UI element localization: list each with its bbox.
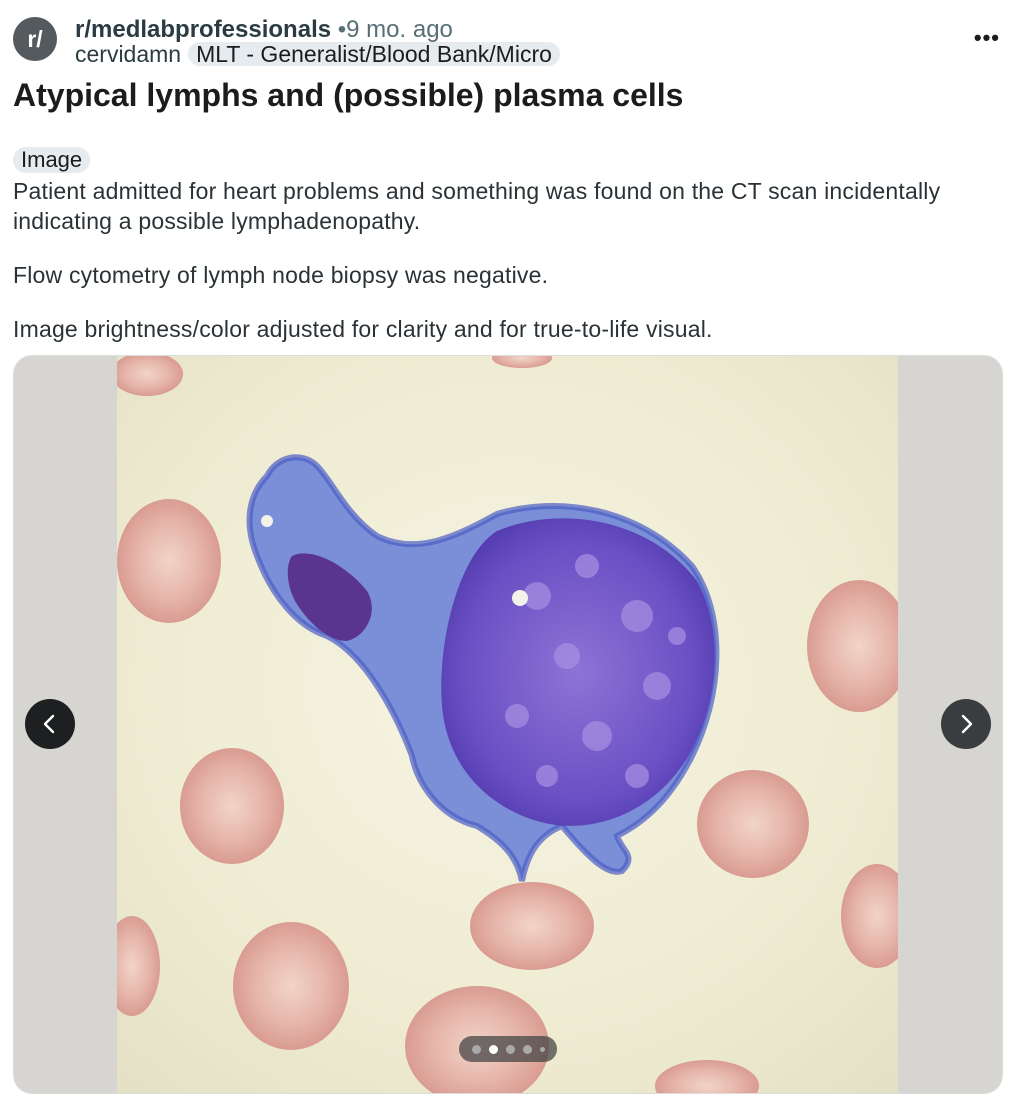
gallery-prev-button[interactable] — [25, 699, 75, 749]
post-paragraph: Patient admitted for heart problems and … — [13, 178, 941, 234]
more-options-button[interactable]: ••• — [974, 27, 1000, 49]
page-dot-active[interactable] — [488, 1044, 498, 1054]
gallery-next-button[interactable] — [941, 699, 991, 749]
page-dot[interactable] — [471, 1044, 481, 1054]
post-title: Atypical lymphs and (possible) plasma ce… — [13, 77, 684, 113]
gallery-page-indicator — [459, 1036, 557, 1062]
post-paragraph: Image brightness/color adjusted for clar… — [13, 316, 713, 342]
post-body: Patient admitted for heart problems and … — [13, 176, 1003, 368]
author-line: cervidamn MLT - Generalist/Blood Bank/Mi… — [75, 41, 560, 67]
page-dot[interactable] — [522, 1044, 532, 1054]
meta-separator: • — [337, 16, 347, 43]
post-meta-line: r/medlabprofessionals •9 mo. ago — [75, 16, 453, 44]
image-gallery[interactable] — [14, 356, 1002, 1093]
blood-smear-image — [117, 356, 898, 1093]
post-time: 9 mo. ago — [346, 16, 453, 43]
subreddit-avatar[interactable]: r/ — [13, 17, 57, 61]
post-paragraph: Flow cytometry of lymph node biopsy was … — [13, 262, 549, 288]
chevron-right-icon — [961, 714, 973, 734]
post-flair-tag[interactable]: Image — [13, 147, 91, 173]
author-username[interactable]: cervidamn — [75, 41, 181, 67]
subreddit-link[interactable]: r/medlabprofessionals — [75, 16, 331, 43]
page-dot[interactable] — [505, 1044, 515, 1054]
user-flair: MLT - Generalist/Blood Bank/Micro — [188, 42, 560, 66]
chevron-left-icon — [43, 714, 55, 734]
page-dot[interactable] — [539, 1046, 545, 1052]
